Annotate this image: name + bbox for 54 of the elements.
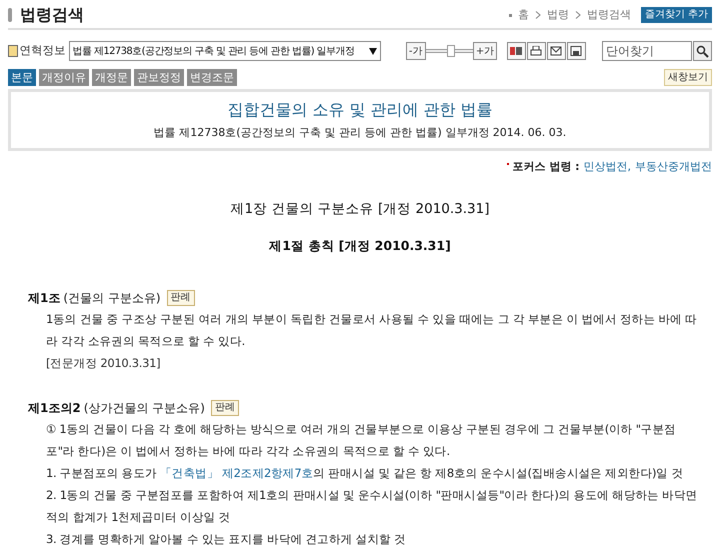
tab[interactable]: 변경조문 xyxy=(187,69,237,86)
article-paragraph: [전문개정 2010.3.31] xyxy=(45,354,162,372)
mail-icon xyxy=(550,46,562,56)
title-bar-icon xyxy=(8,8,12,22)
law-subtitle: 법률 제12738호(공간정보의 구축 및 관리 등에 관한 법률) 일부개정 2014. 06. 03. xyxy=(154,125,566,142)
law-reference-link[interactable]: 「건축법」 제2조제2항제7호 xyxy=(160,466,314,480)
bullet-icon xyxy=(507,163,510,166)
case-law-button[interactable]: 판례 xyxy=(210,400,239,416)
article-paragraph: 3. 경계를 명확하게 알아볼 수 있는 표지를 바닥에 견고하게 설치할 것 xyxy=(45,530,407,548)
search-icon xyxy=(696,44,709,58)
breadcrumb-link[interactable]: 법령검색 xyxy=(586,6,631,24)
history-select[interactable]: 법률 제12738호(공간정보의 구축 및 관리 등에 관한 법률) 일부개정 xyxy=(68,41,382,61)
dropdown-arrow-icon xyxy=(369,48,378,54)
breadcrumb-link[interactable]: 법령 xyxy=(546,6,569,24)
font-smaller-button[interactable]: -가 xyxy=(406,42,426,60)
print-icon xyxy=(530,46,542,56)
focus-law-link[interactable]: 민상법전, xyxy=(584,159,631,176)
tab[interactable]: 개정이유 xyxy=(39,69,89,86)
article-paragraph: ① 1동의 건물이 다음 각 호에 해당하는 방식으로 여러 개의 건물부분으로 이용상 구분된 경우에 그 건물부분(이하 "구분점포"라 한다)은 이 법에서 정하는 바에 따라 각각 소유권의 목적으로 할 수 있다. xyxy=(45,420,677,460)
case-law-button[interactable]: 판례 xyxy=(166,290,195,306)
history-label: 연혁정보 xyxy=(20,42,66,60)
search-button[interactable] xyxy=(692,41,712,61)
search-field[interactable]: 단어찾기 xyxy=(602,41,692,61)
law-mark-button[interactable] xyxy=(506,42,526,60)
slider-thumb[interactable] xyxy=(446,45,455,57)
article-paragraph: 1. 구분점포의 용도가 「건축법」 제2조제2항제7호의 판매시설 및 같은 항 제8호의 운수시설(집배송시설은 제외한다)일 것 xyxy=(45,464,684,482)
section-heading: 제1절 총칙 [개정 2010.3.31] xyxy=(268,236,452,255)
mail-button[interactable] xyxy=(546,42,566,60)
chevron-icon xyxy=(574,11,581,19)
article-paragraph: 2. 1동의 건물 중 구분점포를 포함하여 제1호의 판매시설 및 운수시설(이하 "판매시설등"이라 한다)의 용도에 해당하는 바닥면적의 합계가 1천제곱미터 이상일 것 xyxy=(45,486,698,526)
history-icon xyxy=(8,45,18,57)
save-icon xyxy=(570,46,582,56)
chevron-icon xyxy=(534,11,541,19)
chapter-heading: 제1장 건물의 구분소유 [개정 2010.3.31] xyxy=(230,200,490,218)
focus-law-link[interactable]: 부동산중개법전 xyxy=(635,159,712,176)
breadcrumb-link[interactable]: 홈 xyxy=(518,6,529,24)
article-number: 제1조의2 xyxy=(28,400,81,416)
tab[interactable]: 본문 xyxy=(8,69,36,86)
focus-label: 포커스 법령 : xyxy=(512,159,580,175)
law-mark-icon xyxy=(510,46,522,56)
bullet-icon xyxy=(508,14,512,16)
print-button[interactable] xyxy=(526,42,546,60)
tab[interactable]: 개정문 xyxy=(92,69,131,86)
article-number: 제1조 xyxy=(28,290,60,306)
save-button[interactable] xyxy=(566,42,586,60)
page-title: 법령검색 xyxy=(20,4,84,26)
article-paragraph: 1동의 건물 중 구조상 구분된 여러 개의 부분이 독립한 건물로서 사용될 수 있을 때에는 그 각 부분은 이 법에서 정하는 바에 따라 각각 소유권의 목적으로 할 수 있다. xyxy=(45,310,698,350)
article-heading: (건물의 구분소유) xyxy=(63,290,161,306)
tab[interactable]: 관보정정 xyxy=(134,69,184,86)
new-window-button[interactable]: 새창보기 xyxy=(664,69,712,86)
article-heading: (상가건물의 구분소유) xyxy=(84,400,205,416)
font-larger-button[interactable]: +가 xyxy=(472,42,498,60)
law-title: 집합건물의 소유 및 관리에 관한 법률 xyxy=(227,99,493,122)
favorite-button[interactable]: 즐겨찾기 추가 xyxy=(640,7,712,23)
